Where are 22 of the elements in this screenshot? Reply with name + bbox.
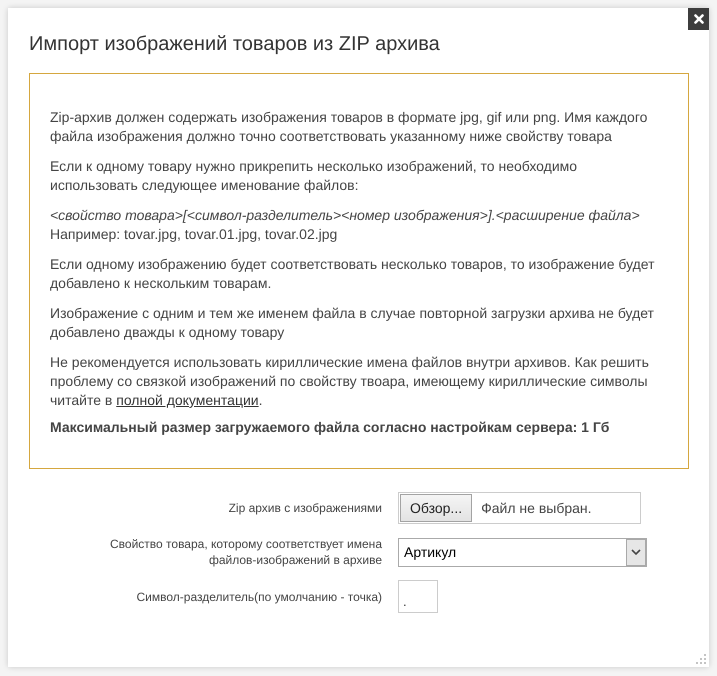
paragraph-text: Изображение с одним и тем же именем файла в случае повторной загрузки архива не будет добавлено дважды к одному товару bbox=[50, 304, 655, 342]
dialog-title: Импорт изображений товаров из ZIP архива bbox=[29, 32, 441, 56]
paragraph-text: Zip-архив должен содержать изображения товаров в формате jpg, gif или png. Имя каждого файла изображения должно точно соответствовать указанному ниже свойству товара bbox=[50, 108, 648, 146]
file-input-field[interactable]: Обзор... Файл не выбран. bbox=[398, 492, 641, 524]
paragraph-text: Если к одному товару нужно прикрепить несколько изображений, то необходимо использовать следующее именование файлов: bbox=[50, 157, 578, 195]
property-select[interactable]: Артикул bbox=[398, 538, 647, 566]
field-label: Zip архив с изображениями bbox=[228, 500, 382, 516]
close-button[interactable] bbox=[688, 8, 709, 30]
close-icon bbox=[694, 14, 704, 24]
field-label: Свойство товара, которому соответствует имена файлов-изображений в архиве bbox=[109, 536, 382, 568]
documentation-link[interactable]: полной документации bbox=[116, 392, 259, 408]
naming-pattern-text: <свойство товара>[<символ-разделитель><номер изображения>].<расширение файла> bbox=[50, 206, 641, 225]
example-text: Например: tovar.jpg, tovar.01.jpg, tovar.02.jpg bbox=[50, 225, 338, 244]
browse-button[interactable]: Обзор... bbox=[400, 494, 472, 522]
resize-grip-icon[interactable] bbox=[696, 654, 706, 664]
paragraph-text: Если одному изображению будет соответствовать несколько товаров, то изображение будет добавлено к нескольким товарам. bbox=[50, 255, 656, 293]
file-status-text: Файл не выбран. bbox=[481, 500, 592, 516]
file-size-limit-text: Максимальный размер загружаемого файла согласно настройкам сервера: 1 Гб bbox=[50, 418, 610, 437]
field-label: Символ-разделитель(по умолчанию - точка) bbox=[136, 588, 382, 604]
paragraph-text: Не рекомендуется использовать кириллические имена файлов внутри архивов. Как решить проблему со связкой изображений по свойству твоара, имеющему кириллические символы читайте в полной документации. bbox=[50, 353, 650, 410]
chevron-down-icon[interactable] bbox=[626, 538, 646, 566]
separator-input[interactable]: . bbox=[398, 580, 438, 613]
